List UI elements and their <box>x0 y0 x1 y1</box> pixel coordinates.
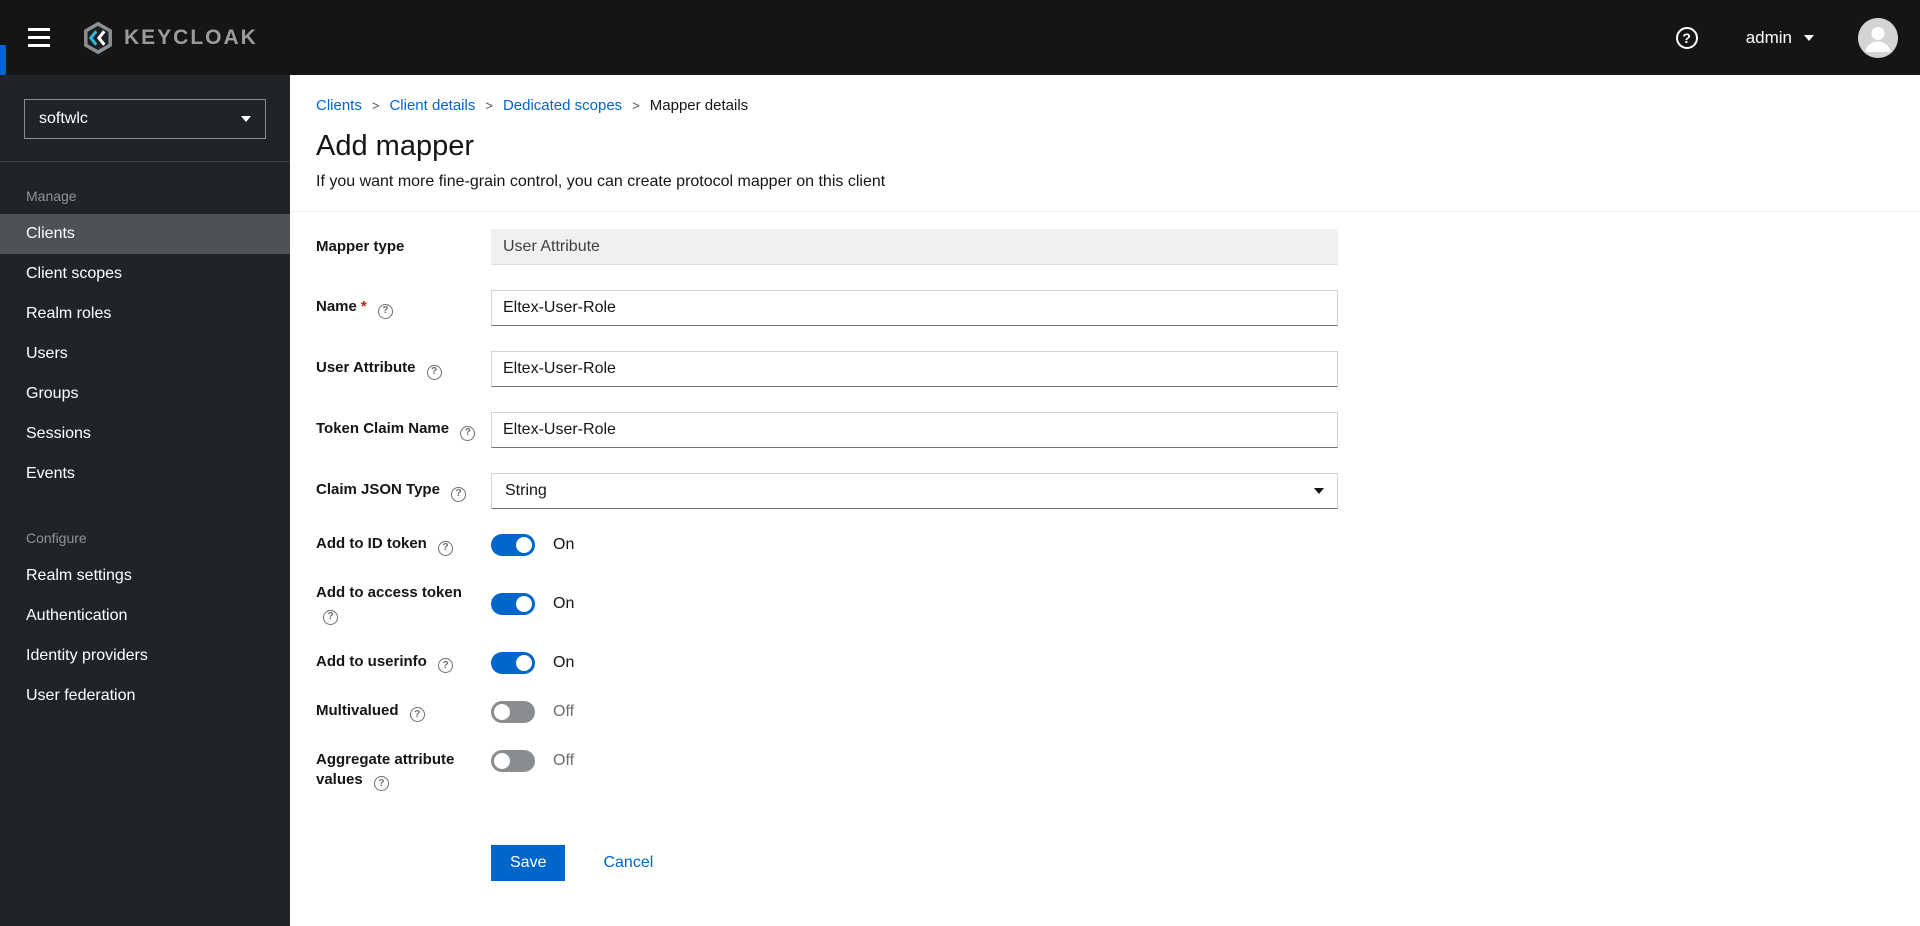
breadcrumb-dedicated-scopes[interactable]: Dedicated scopes <box>503 97 622 114</box>
claim-json-type-label: Claim JSON Type ? <box>316 480 491 502</box>
help-icon[interactable]: ? <box>438 540 453 556</box>
header-accent-bar <box>0 45 6 75</box>
help-icon[interactable]: ? <box>323 609 338 625</box>
sidebar-item-identity-providers[interactable]: Identity providers <box>0 636 290 676</box>
user-attribute-label: User Attribute ? <box>316 358 491 380</box>
help-icon[interactable]: ? <box>438 658 453 674</box>
claim-json-type-select[interactable]: String <box>491 473 1338 509</box>
realm-selector[interactable]: softwlc <box>24 99 266 139</box>
help-icon[interactable]: ? <box>377 303 393 319</box>
sidebar-item-clients[interactable]: Clients <box>0 214 290 254</box>
sidebar-item-user-federation[interactable]: User federation <box>0 676 290 716</box>
main-content: Clients > Client details > Dedicated sco… <box>290 75 1920 926</box>
form-field-name: Name * ? <box>316 290 1920 326</box>
form-field-user-attribute: User Attribute ? <box>316 351 1920 387</box>
form-actions: Save Cancel <box>491 845 1920 881</box>
name-label: Name * ? <box>316 297 491 319</box>
keycloak-brand[interactable]: KEYCLOAK <box>80 20 258 56</box>
form-field-token-claim-name: Token Claim Name ? <box>316 412 1920 448</box>
brand-title: KEYCLOAK <box>124 25 258 49</box>
toggle-state-label: On <box>553 594 575 612</box>
add-mapper-form: Mapper type Name* ? User Attribute ? <box>290 212 1920 881</box>
multivalued-toggle[interactable] <box>491 700 535 723</box>
sidebar-item-events[interactable]: Events <box>0 454 290 494</box>
mapper-type-label: Mapper type <box>316 238 405 255</box>
help-icon[interactable]: ? <box>426 364 442 380</box>
mapper-type-input <box>491 229 1338 265</box>
user-dropdown[interactable]: admin <box>1746 28 1814 48</box>
add-to-id-token-label: Add to ID token ? <box>316 534 491 556</box>
sidebar-item-users[interactable]: Users <box>0 334 290 374</box>
toggle-state-label: On <box>553 536 575 553</box>
add-to-userinfo-label: Add to userinfo ? <box>316 652 491 674</box>
toggle-state-label: On <box>553 653 575 671</box>
chevron-down-icon <box>1804 34 1814 41</box>
form-field-multivalued: Multivalued ? Off <box>316 700 1920 723</box>
breadcrumb-mapper-details: Mapper details <box>649 97 749 114</box>
add-to-access-token-toggle[interactable] <box>491 592 535 615</box>
help-icon[interactable]: ? <box>373 776 389 791</box>
nav-section-manage: Manage <box>26 188 77 204</box>
nav-section-configure: Configure <box>26 530 87 546</box>
add-to-access-token-label: Add to access token ? <box>316 583 491 625</box>
form-field-aggregate-attribute-values: Aggregate attribute values ? Off <box>316 749 1920 791</box>
help-icon[interactable]: ? <box>1675 26 1698 49</box>
form-field-mapper-type: Mapper type <box>316 229 1920 265</box>
masthead: KEYCLOAK ? admin <box>0 0 1920 75</box>
required-indicator: * <box>360 298 367 316</box>
add-to-id-token-toggle[interactable] <box>491 534 535 556</box>
keycloak-logo-icon <box>80 20 116 56</box>
sidebar-item-authentication[interactable]: Authentication <box>0 596 290 636</box>
form-field-claim-json-type: Claim JSON Type ? String <box>316 473 1920 509</box>
cancel-button[interactable]: Cancel <box>603 854 653 872</box>
toggle-state-label: Off <box>553 702 575 720</box>
chevron-down-icon <box>1314 488 1324 494</box>
help-icon[interactable]: ? <box>409 707 425 723</box>
breadcrumb-separator: > <box>485 98 493 113</box>
select-value: String <box>505 482 547 499</box>
aggregate-attribute-values-toggle[interactable] <box>491 749 535 772</box>
save-button[interactable]: Save <box>491 845 566 881</box>
sidebar-item-realm-roles[interactable]: Realm roles <box>0 294 290 334</box>
chevron-down-icon <box>241 116 251 122</box>
help-icon[interactable]: ? <box>460 425 476 441</box>
sidebar-item-sessions[interactable]: Sessions <box>0 414 290 454</box>
hamburger-menu-icon[interactable] <box>16 15 62 61</box>
aggregate-attribute-values-label: Aggregate attribute values ? <box>316 750 491 791</box>
add-to-userinfo-toggle[interactable] <box>491 651 535 674</box>
sidebar-item-groups[interactable]: Groups <box>0 374 290 414</box>
breadcrumb-separator: > <box>632 98 640 113</box>
avatar[interactable] <box>1858 17 1898 58</box>
name-input[interactable] <box>491 290 1338 326</box>
sidebar-nav: softwlc Manage Clients Client scopes Rea… <box>0 75 290 926</box>
token-claim-name-input[interactable] <box>491 412 1338 448</box>
breadcrumb-clients[interactable]: Clients <box>316 97 362 114</box>
keycloak-admin-console: KEYCLOAK ? admin softwlc Manage Clients … <box>0 0 1920 926</box>
page-title: Add mapper <box>316 130 474 162</box>
help-icon[interactable]: ? <box>451 486 467 502</box>
realm-name: softwlc <box>39 110 88 127</box>
realm-selector-box: softwlc <box>0 75 290 162</box>
breadcrumb-separator: > <box>371 98 380 113</box>
breadcrumb: Clients > Client details > Dedicated sco… <box>316 97 1896 114</box>
page-subtitle: If you want more fine-grain control, you… <box>316 173 886 190</box>
username: admin <box>1745 27 1792 47</box>
sidebar-item-realm-settings[interactable]: Realm settings <box>0 556 290 596</box>
multivalued-label: Multivalued ? <box>316 701 491 723</box>
form-field-add-to-id-token: Add to ID token ? On <box>316 534 1920 556</box>
sidebar-item-client-scopes[interactable]: Client scopes <box>0 254 290 294</box>
breadcrumb-client-details[interactable]: Client details <box>389 97 475 114</box>
form-field-add-to-access-token: Add to access token ? On <box>316 583 1920 625</box>
form-field-add-to-userinfo: Add to userinfo ? On <box>316 651 1920 674</box>
token-claim-name-label: Token Claim Name ? <box>316 419 491 441</box>
user-attribute-input[interactable] <box>491 351 1338 387</box>
toggle-state-label: Off <box>553 751 575 769</box>
